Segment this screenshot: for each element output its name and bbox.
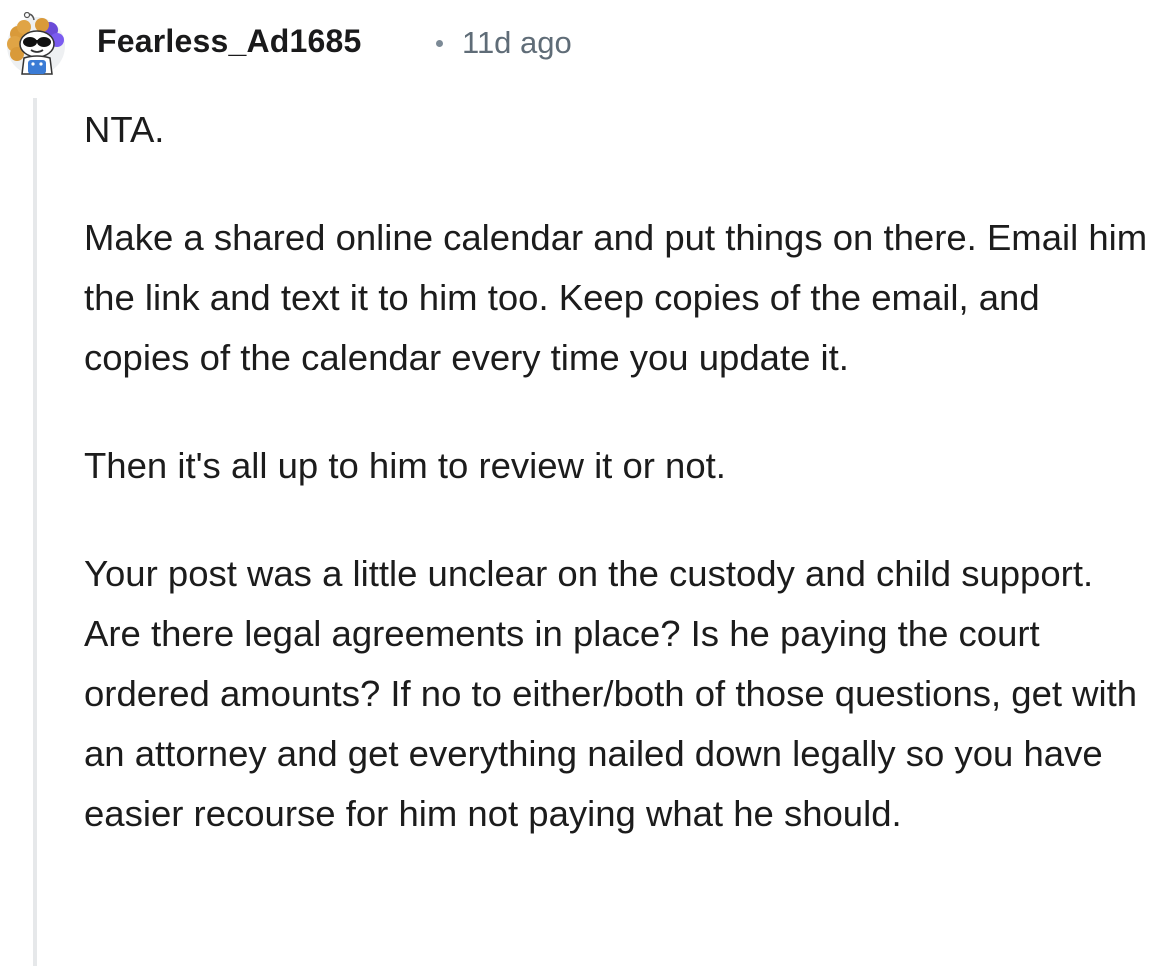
comment-paragraph: NTA. xyxy=(84,109,165,150)
comment-body: NTA. Make a shared online calendar and p… xyxy=(84,100,1154,844)
avatar-snoo-icon xyxy=(7,11,65,75)
comment-paragraph: Your post was a little unclear on the cu… xyxy=(84,553,1138,834)
comment-paragraph: Then it's all up to him to review it or … xyxy=(84,445,726,486)
user-avatar-icon[interactable] xyxy=(4,11,68,76)
thread-collapse-line[interactable] xyxy=(33,98,37,966)
comment-timestamp[interactable]: 11d ago xyxy=(462,25,572,61)
comment-header: Fearless_Ad1685 11d ago xyxy=(0,0,1156,88)
comment-author-link[interactable]: Fearless_Ad1685 xyxy=(97,23,362,60)
comment-paragraph: Make a shared online calendar and put th… xyxy=(84,217,1148,378)
separator-dot-icon xyxy=(436,40,443,47)
